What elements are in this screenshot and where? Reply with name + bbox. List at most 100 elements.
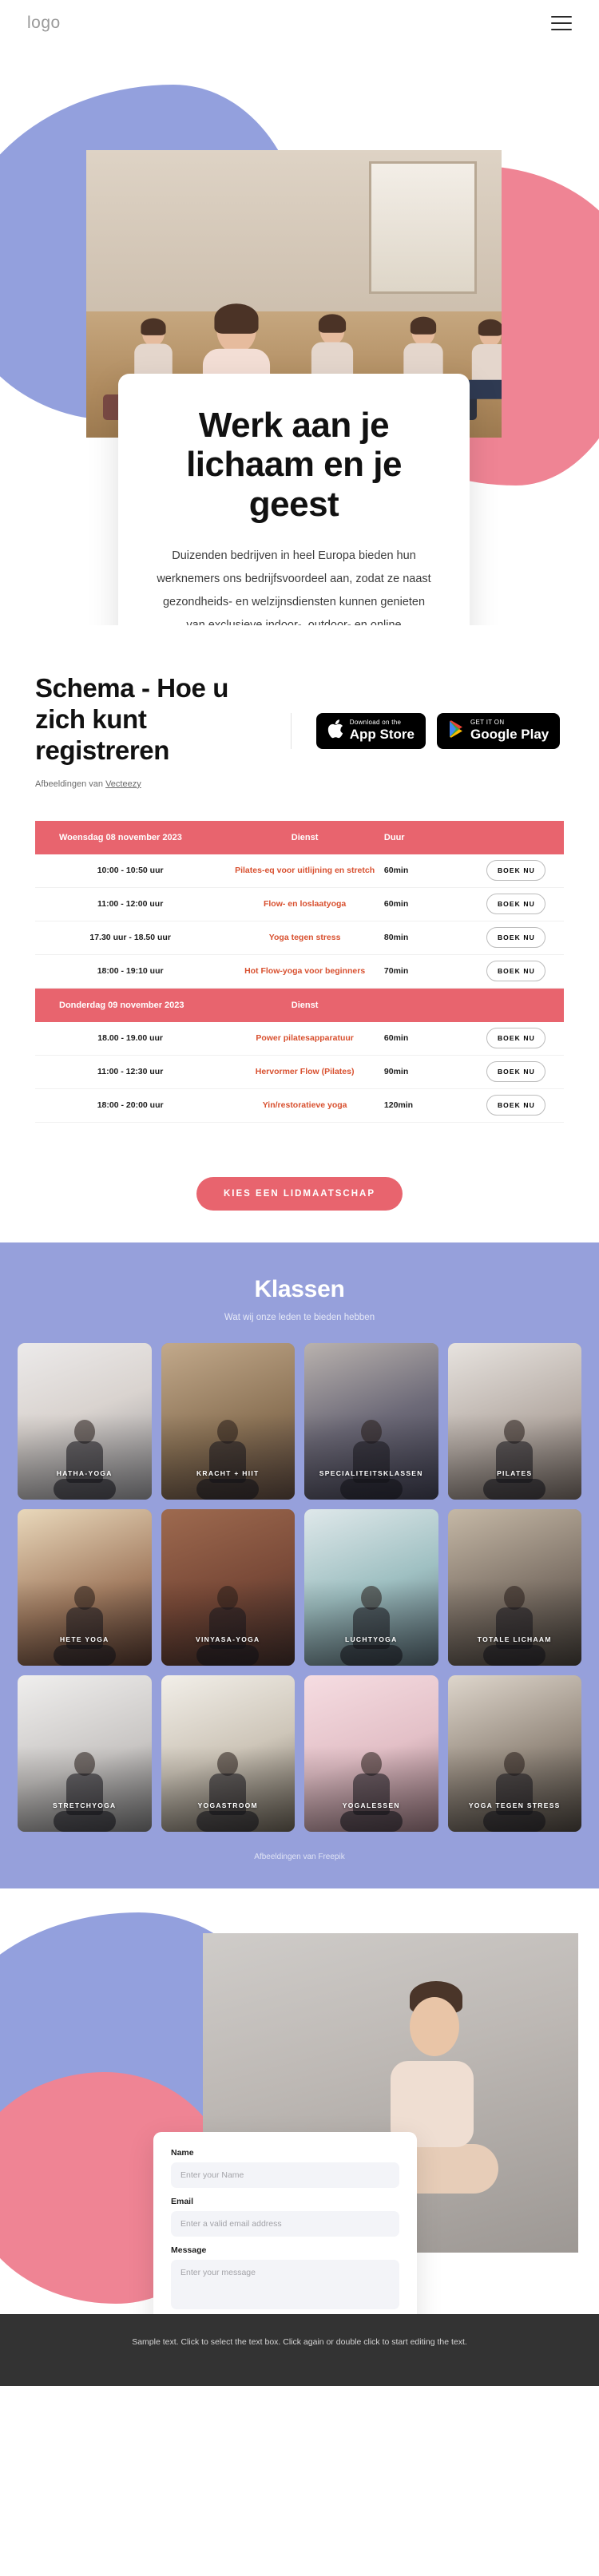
book-now-button[interactable]: BOEK NU	[486, 1095, 546, 1116]
row-service: Pilates-eq voor uitlijning en stretch	[235, 866, 375, 876]
schema-cta-wrap: KIES EEN LIDMAATSCHAP	[35, 1155, 564, 1211]
class-card-label: HETE YOGA	[59, 1635, 109, 1644]
class-card[interactable]: SPECIALITEITSKLASSEN	[304, 1342, 438, 1500]
hero-body-text: Duizenden bedrijven in heel Europa biede…	[157, 549, 431, 625]
email-input[interactable]	[171, 2210, 399, 2237]
class-card-label: HATHA-YOGA	[56, 1469, 113, 1478]
book-now-button[interactable]: BOEK NU	[486, 894, 546, 915]
schedule-row: 11:00 - 12:30 uur Hervormer Flow (Pilates…	[35, 1056, 564, 1089]
class-card-label: YOGA TEGEN STRESS	[468, 1801, 561, 1810]
footer: Sample text. Click to select the text bo…	[0, 2313, 599, 2386]
schema-title: Schema - Hoe u zich kunt registreren	[35, 673, 228, 765]
schedule-row: 18:00 - 20:00 uur Yin/restoratieve yoga 12…	[35, 1089, 564, 1123]
name-input[interactable]	[171, 2162, 399, 2188]
schedule-row: 18.00 - 19.00 uur Power pilatesapparatuur…	[35, 1022, 564, 1056]
contact-form: Name Email Message I accept the Terms of…	[153, 2131, 417, 2314]
email-label: Email	[171, 2196, 194, 2206]
class-card-label: YOGASTROOM	[197, 1801, 258, 1810]
row-duration: 120min	[383, 1100, 414, 1111]
app-store-badges: Download on the App Store GET IT ON Goog…	[291, 712, 564, 749]
class-card[interactable]: TOTALE LICHAAM	[447, 1508, 581, 1666]
row-service: Hervormer Flow (Pilates)	[255, 1067, 355, 1077]
row-time: 10:00 - 10:50 uur	[97, 866, 164, 876]
footer-text: Sample text. Click to select the text bo…	[132, 2336, 467, 2347]
row-service: Yoga tegen stress	[268, 933, 341, 943]
message-textarea[interactable]	[171, 2259, 399, 2309]
schedule-table: Woensdag 08 november 2023 Dienst Duur 10:00…	[35, 820, 564, 1123]
row-time: 18.00 - 19.00 uur	[97, 1033, 164, 1044]
class-card[interactable]: YOGASTROOM	[161, 1674, 295, 1832]
classes-grid: HATHA-YOGA KRACHT + HIIT SPECIALITEITSKLAS…	[18, 1342, 581, 1832]
row-service: Power pilatesapparatuur	[256, 1033, 354, 1044]
class-card[interactable]: HATHA-YOGA	[18, 1342, 152, 1500]
class-card-label: TOTALE LICHAAM	[477, 1635, 552, 1644]
schema-credit-prefix: Afbeeldingen van	[35, 779, 106, 789]
schedule-row: 10:00 - 10:50 uur Pilates-eq voor uitlijn…	[35, 854, 564, 888]
google-play-icon	[448, 720, 464, 742]
schema-heading-block: Schema - Hoe u zich kunt registreren Afb…	[35, 673, 291, 789]
name-label: Name	[171, 2147, 194, 2158]
schedule-service-col: Dienst	[291, 1000, 319, 1010]
schedule-row: 17.30 uur - 18.50 uur Yoga tegen stress 80…	[35, 921, 564, 955]
book-now-button[interactable]: BOEK NU	[486, 927, 546, 949]
app-store-main-label: App Store	[349, 727, 415, 743]
row-time: 18:00 - 20:00 uur	[97, 1100, 164, 1111]
class-card[interactable]: YOGA TEGEN STRESS	[447, 1674, 581, 1832]
class-card[interactable]: PILATES	[447, 1342, 581, 1500]
message-label: Message	[171, 2245, 207, 2255]
schedule-day-header: Donderdag 09 november 2023 Dienst	[35, 988, 564, 1022]
site-header: logo	[0, 0, 599, 46]
class-card[interactable]: VINYASA-YOGA	[161, 1508, 295, 1666]
class-card[interactable]: KRACHT + HIIT	[161, 1342, 295, 1500]
google-play-main-label: Google Play	[470, 727, 549, 743]
schedule-service-col: Dienst	[291, 832, 319, 842]
schedule-row: 18:00 - 19:10 uur Hot Flow-yoga voor begi…	[35, 955, 564, 989]
row-time: 11:00 - 12:00 uur	[97, 899, 164, 910]
book-now-button[interactable]: BOEK NU	[486, 1028, 546, 1049]
class-card[interactable]: HETE YOGA	[18, 1508, 152, 1666]
schedule-duration-col: Duur	[383, 832, 405, 842]
row-duration: 60min	[383, 866, 409, 876]
vecteezy-link[interactable]: Vecteezy	[105, 779, 141, 789]
class-card[interactable]: LUCHTYOGA	[304, 1508, 438, 1666]
row-time: 11:00 - 12:30 uur	[97, 1067, 164, 1077]
hero-card: Werk aan je lichaam en je geest Duizende…	[118, 374, 470, 625]
class-card-label: STRETCHYOGA	[53, 1801, 117, 1810]
class-card-label: SPECIALITEITSKLASSEN	[319, 1469, 423, 1478]
book-now-button[interactable]: BOEK NU	[486, 860, 546, 882]
book-now-button[interactable]: BOEK NU	[486, 961, 546, 982]
google-play-button[interactable]: GET IT ON Google Play	[436, 713, 561, 749]
schema-membership-button[interactable]: KIES EEN LIDMAATSCHAP	[196, 1176, 403, 1211]
google-play-sub-label: GET IT ON	[470, 719, 505, 727]
schedule-date: Donderdag 09 november 2023	[59, 1000, 184, 1010]
row-duration: 80min	[383, 933, 409, 943]
app-store-button[interactable]: Download on the App Store	[315, 712, 426, 749]
classes-subtitle: Wat wij onze leden te bieden hebben	[224, 1312, 375, 1322]
hero-title: Werk aan je lichaam en je geest	[186, 406, 402, 524]
class-card[interactable]: STRETCHYOGA	[18, 1674, 152, 1832]
hero-section: Werk aan je lichaam en je geest Duizende…	[0, 46, 599, 625]
classes-section: Klassen Wat wij onze leden te bieden heb…	[0, 1242, 599, 1888]
class-card-label: LUCHTYOGA	[344, 1635, 398, 1644]
hamburger-menu-icon[interactable]	[551, 16, 572, 30]
class-card-label: PILATES	[497, 1469, 533, 1478]
row-duration: 60min	[383, 899, 409, 910]
book-now-button[interactable]: BOEK NU	[486, 1061, 546, 1083]
schema-section: Schema - Hoe u zich kunt registreren Afb…	[0, 625, 599, 1242]
logo[interactable]: logo	[27, 14, 61, 33]
row-duration: 70min	[383, 966, 409, 977]
row-time: 18:00 - 19:10 uur	[97, 966, 164, 977]
class-card-label: VINYASA-YOGA	[196, 1635, 260, 1644]
row-service: Flow- en loslaatyoga	[263, 899, 347, 910]
class-card-label: YOGALESSEN	[342, 1801, 400, 1810]
row-duration: 90min	[383, 1067, 409, 1077]
page-root: logo Werk aan je lichaam en je geest Dui…	[0, 0, 599, 2386]
class-card[interactable]: YOGALESSEN	[304, 1674, 438, 1832]
classes-title: Klassen	[254, 1275, 345, 1302]
schema-header-row: Schema - Hoe u zich kunt registreren Afb…	[35, 673, 564, 789]
row-time: 17.30 uur - 18.50 uur	[89, 933, 171, 943]
row-duration: 60min	[383, 1033, 409, 1044]
classes-image-credit: Afbeeldingen van Freepik	[254, 1852, 345, 1861]
apple-icon	[327, 719, 343, 743]
contact-section: Name Email Message I accept the Terms of…	[0, 1888, 599, 2314]
